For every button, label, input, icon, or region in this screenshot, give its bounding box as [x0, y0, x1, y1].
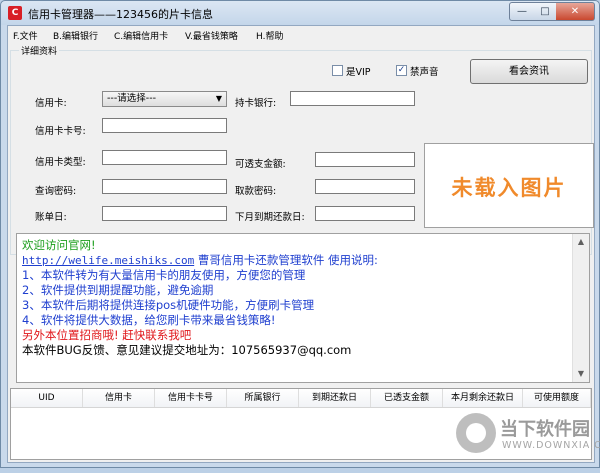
info-line-welcome: 欢迎访问官网!	[22, 238, 96, 252]
bill-day-label: 账单日:	[35, 212, 67, 223]
app-window: C 信用卡管理器——123456的片卡信息 — □ ✕ F.文件 B.编辑银行 …	[0, 0, 600, 468]
watermark-url: WWW.DOWNXIA.COM	[502, 440, 600, 451]
column-header[interactable]: 已透支金额	[371, 389, 443, 407]
menu-edit-bank[interactable]: B.编辑银行	[53, 29, 98, 42]
watermark-logo-icon	[456, 413, 496, 453]
card-select-value: ---请选择---	[107, 93, 157, 104]
card-type-label: 信用卡类型:	[35, 157, 86, 168]
info-line-1: 1、本软件转为有大量信用卡的朋友使用，方便您的管理	[22, 268, 306, 282]
menu-saving-strategy[interactable]: V.最省钱策略	[185, 29, 238, 42]
card-type-input[interactable]	[102, 150, 227, 165]
menu-edit-card[interactable]: C.编辑信用卡	[114, 29, 168, 42]
close-button[interactable]: ✕	[556, 2, 595, 21]
details-group-title: 详细资料	[19, 44, 60, 57]
withdraw-pwd-input[interactable]	[315, 179, 415, 194]
bill-day-input[interactable]	[102, 206, 227, 221]
title-bar[interactable]: C 信用卡管理器——123456的片卡信息 — □ ✕	[1, 1, 599, 25]
website-description: 曹哥信用卡还款管理软件 使用说明:	[194, 253, 378, 267]
mute-label: 禁声音	[410, 67, 439, 78]
withdraw-pwd-label: 取款密码:	[235, 186, 277, 197]
card-label: 信用卡:	[35, 98, 67, 109]
info-scrollbar[interactable]: ▲ ▼	[572, 234, 589, 382]
info-line-ad: 另外本位置招商哦! 赶快联系我吧	[22, 328, 192, 342]
bank-input[interactable]	[290, 91, 415, 106]
vip-label: 是VIP	[346, 67, 371, 78]
details-group: 详细资料 是VIP ✓ 禁声音 看会资讯 信用卡: ---请选择--- ▼ 持卡…	[10, 44, 594, 255]
dropdown-arrow-icon: ▼	[215, 94, 222, 103]
menu-help[interactable]: H.帮助	[256, 29, 283, 42]
card-number-label: 信用卡卡号:	[35, 126, 86, 137]
minimize-button[interactable]: —	[509, 2, 535, 21]
vip-checkbox[interactable]	[332, 65, 343, 76]
menu-file[interactable]: F.文件	[13, 29, 38, 42]
next-due-label: 下月到期还款日:	[235, 212, 305, 223]
image-placeholder-text: 未载入图片	[451, 176, 567, 200]
card-select[interactable]: ---请选择--- ▼	[102, 91, 227, 107]
app-logo-icon: C	[8, 6, 22, 20]
card-number-input[interactable]	[102, 118, 227, 133]
info-line-feedback: 本软件BUG反馈、意见建议提交地址为：107565937@qq.com	[22, 343, 352, 357]
watermark-name: 当下软件园	[500, 419, 590, 440]
watermark: 当下软件园 WWW.DOWNXIA.COM	[456, 403, 600, 473]
menu-bar: F.文件 B.编辑银行 C.编辑信用卡 V.最省钱策略 H.帮助	[8, 26, 594, 44]
info-line-3: 3、本软件后期将提供连接pos机硬件功能，方便刷卡管理	[22, 298, 315, 312]
info-line-2: 2、软件提供到期提醒功能，避免逾期	[22, 283, 214, 297]
scroll-up-icon[interactable]: ▲	[573, 234, 589, 250]
column-header[interactable]: 信用卡	[83, 389, 155, 407]
info-panel: 欢迎访问官网! http://welife.meishiks.com 曹哥信用卡…	[16, 233, 590, 383]
info-line-4: 4、软件将提供大数据，给您刷卡带来最省钱策略!	[22, 313, 276, 327]
next-due-input[interactable]	[315, 206, 415, 221]
column-header[interactable]: 信用卡卡号	[155, 389, 227, 407]
card-image-box: 未载入图片	[424, 143, 594, 228]
news-button[interactable]: 看会资讯	[470, 59, 588, 84]
client-area: F.文件 B.编辑银行 C.编辑信用卡 V.最省钱策略 H.帮助 详细资料 是V…	[7, 25, 600, 463]
mute-checkbox[interactable]: ✓	[396, 65, 407, 76]
info-line-website: http://welife.meishiks.com 曹哥信用卡还款管理软件 使…	[22, 253, 378, 268]
scroll-down-icon[interactable]: ▼	[573, 366, 589, 382]
overdraft-label: 可透支金额:	[235, 159, 286, 170]
column-header[interactable]: 到期还款日	[299, 389, 371, 407]
bank-label: 持卡银行:	[235, 98, 277, 109]
window-title: 信用卡管理器——123456的片卡信息	[28, 8, 213, 21]
column-header[interactable]: 所属银行	[227, 389, 299, 407]
column-header[interactable]: UID	[11, 389, 83, 407]
overdraft-input[interactable]	[315, 152, 415, 167]
query-pwd-input[interactable]	[102, 179, 227, 194]
query-pwd-label: 查询密码:	[35, 186, 77, 197]
website-link[interactable]: http://welife.meishiks.com	[22, 254, 194, 267]
maximize-button[interactable]: □	[534, 2, 557, 21]
